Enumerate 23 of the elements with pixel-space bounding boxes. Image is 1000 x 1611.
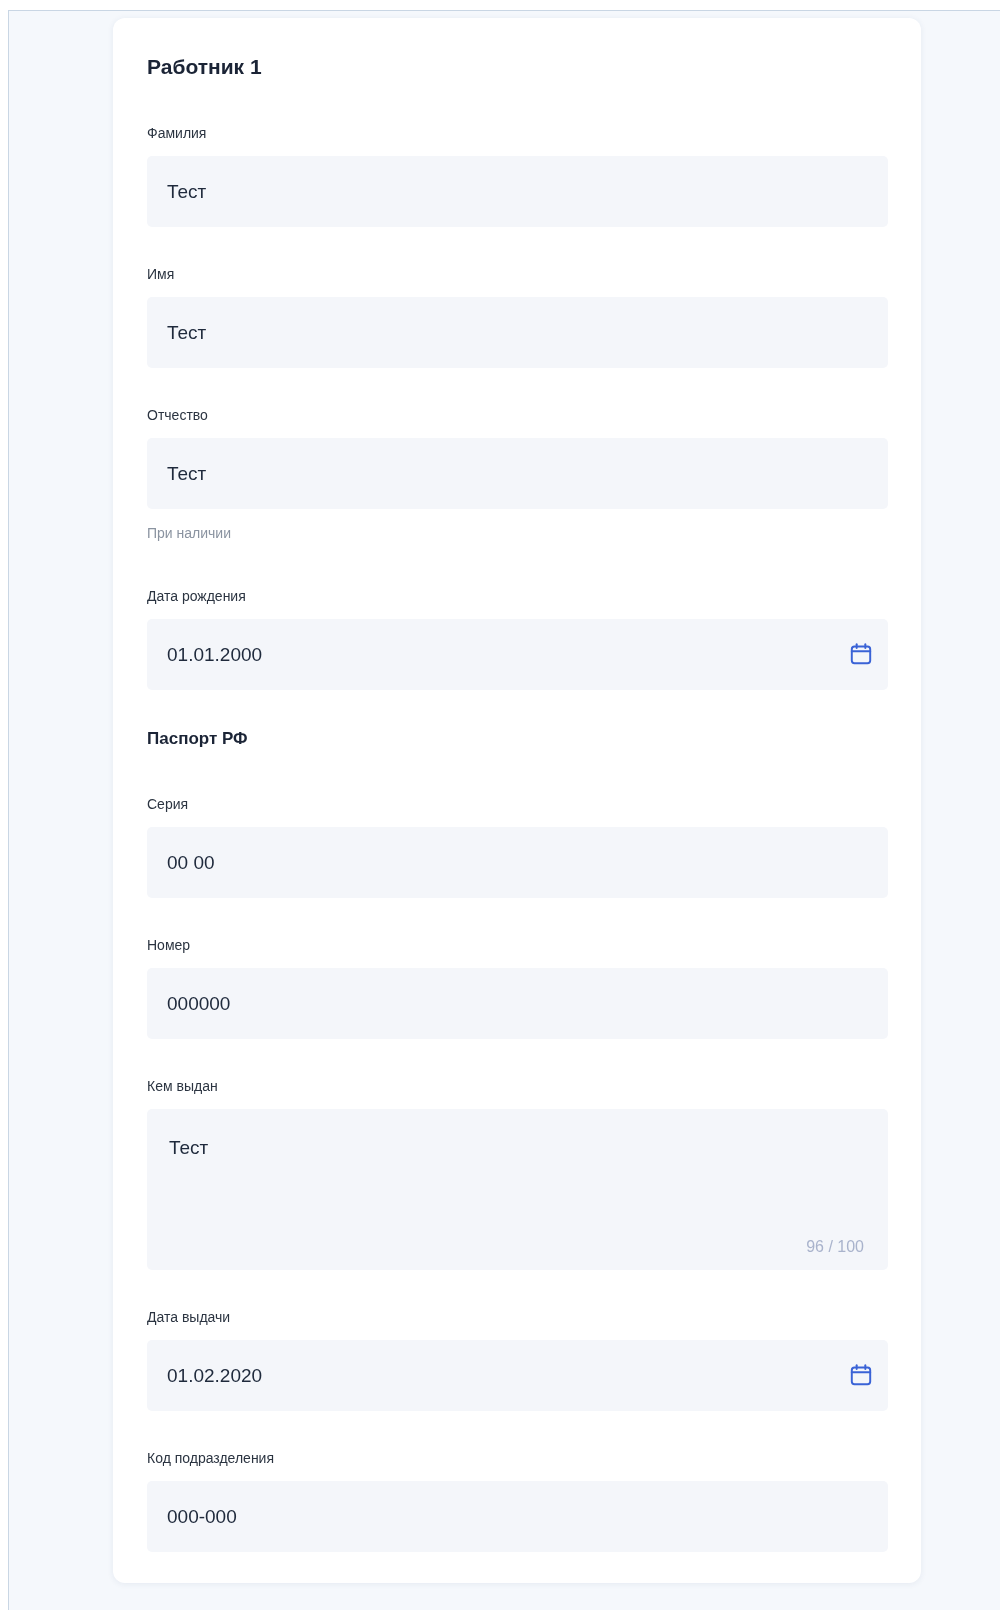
field-label: Номер bbox=[147, 936, 192, 954]
text-field[interactable]: Тест bbox=[147, 156, 888, 227]
date-field[interactable]: 01.01.2000 bbox=[147, 619, 888, 690]
field-label: Код подразделения bbox=[147, 1449, 276, 1467]
field-label: Отчество bbox=[147, 406, 209, 424]
field-label: Дата рождения bbox=[147, 587, 247, 605]
calendar-icon[interactable] bbox=[848, 1362, 874, 1388]
text-field[interactable]: 000000 bbox=[147, 968, 888, 1039]
field-label: Дата выдачи bbox=[147, 1308, 232, 1326]
section-heading: Паспорт РФ bbox=[147, 729, 249, 749]
text-field[interactable]: 00 00 bbox=[147, 827, 888, 898]
text-field[interactable]: Тест bbox=[147, 297, 888, 368]
field-label: Фамилия bbox=[147, 124, 208, 142]
field-label: Кем выдан bbox=[147, 1077, 219, 1095]
text-field[interactable]: 000-000 bbox=[147, 1481, 888, 1552]
field-label: Серия bbox=[147, 795, 190, 813]
field-label: Имя bbox=[147, 265, 176, 283]
text-field[interactable]: Тест bbox=[147, 438, 888, 509]
calendar-icon[interactable] bbox=[848, 641, 874, 667]
field-hint: При наличии bbox=[147, 525, 232, 541]
character-counter: 96 / 100 bbox=[806, 1237, 864, 1257]
date-field[interactable]: 01.02.2020 bbox=[147, 1340, 888, 1411]
card-title: Работник 1 bbox=[147, 54, 263, 80]
